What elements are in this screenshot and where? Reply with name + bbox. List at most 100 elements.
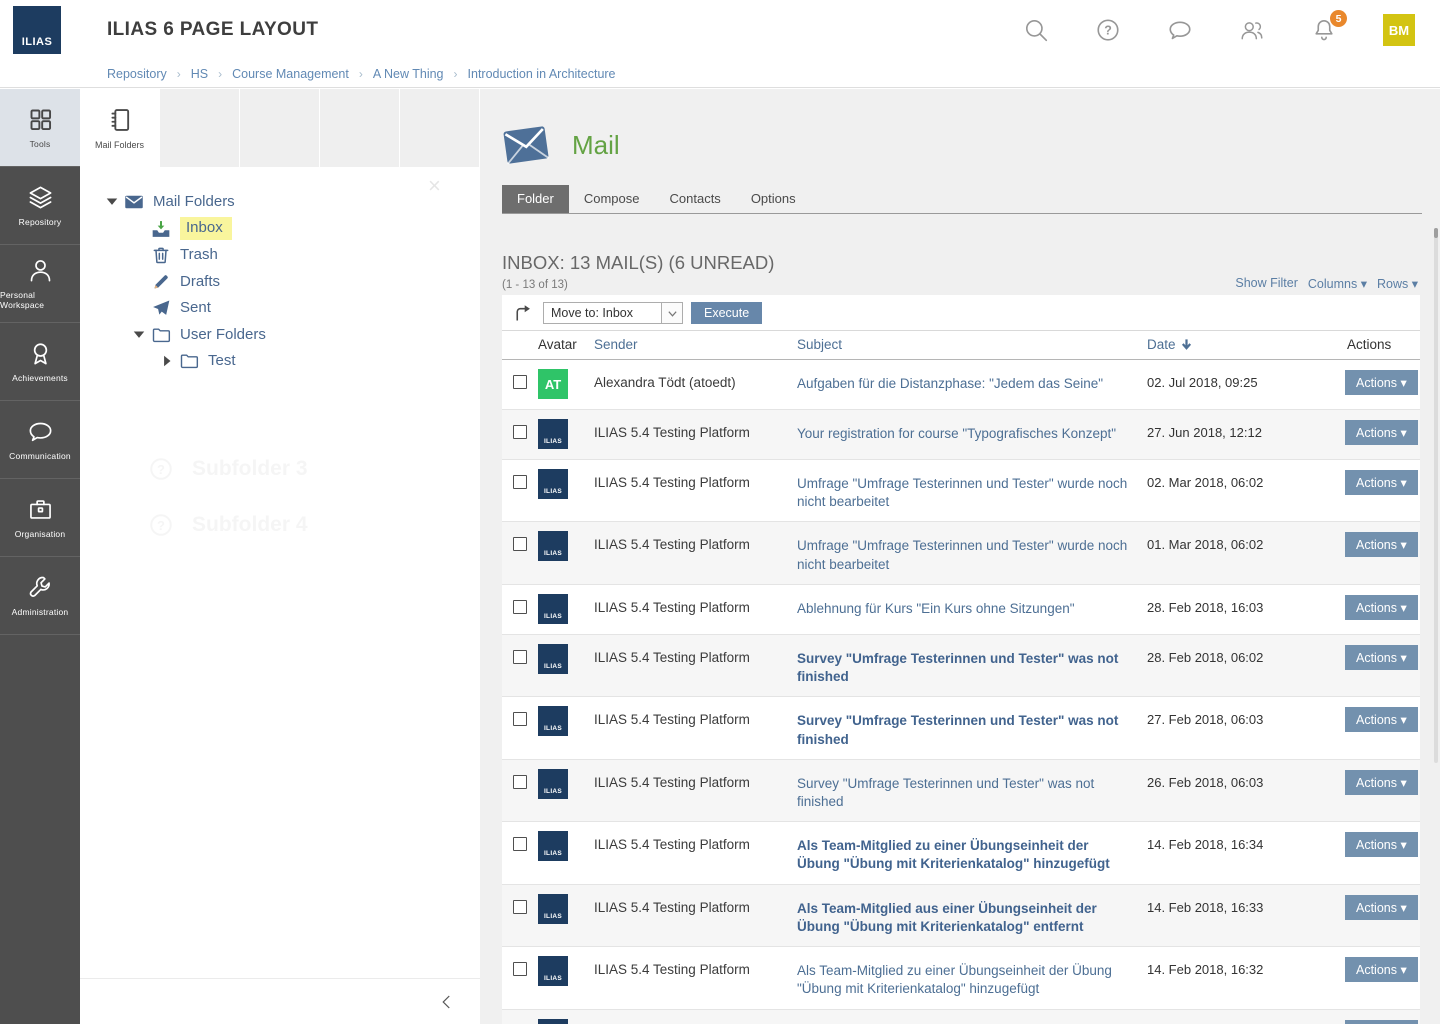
mail-subject-link[interactable]: Als Team-Mitglied aus einer Übungseinhei… — [797, 894, 1147, 936]
row-actions-button[interactable]: Actions ▾ — [1345, 532, 1418, 557]
contacts-icon[interactable] — [1239, 17, 1265, 43]
row-actions-button[interactable]: Actions ▾ — [1345, 832, 1418, 857]
row-checkbox[interactable] — [513, 837, 527, 851]
columns-dropdown[interactable]: Columns ▾ — [1308, 276, 1367, 291]
tree-item-inbox[interactable]: Inbox — [80, 216, 480, 243]
column-header-sender[interactable]: Sender — [594, 337, 797, 352]
caret-right-icon[interactable] — [155, 354, 179, 368]
row-checkbox[interactable] — [513, 375, 527, 389]
mail-subject-link[interactable]: Aufgaben für die Distanzphase: "Jedem da… — [797, 369, 1147, 393]
move-to-select[interactable]: Move to: Inbox — [543, 302, 683, 324]
sidebar-item-achievements[interactable]: Achievements — [0, 323, 80, 401]
layers-icon — [27, 184, 54, 211]
table-controls: Show Filter Columns ▾ Rows ▾ — [1235, 276, 1418, 291]
row-actions-button[interactable]: Actions ▾ — [1345, 645, 1418, 670]
sidebar-item-label: Tools — [30, 139, 51, 149]
execute-button[interactable]: Execute — [691, 302, 762, 324]
row-checkbox[interactable] — [513, 712, 527, 726]
svg-text:?: ? — [1104, 24, 1112, 38]
mail-subject-link[interactable]: Als Team-Mitglied zu einer Übungseinheit… — [797, 1019, 1147, 1024]
show-filter-link[interactable]: Show Filter — [1235, 276, 1298, 291]
caret-down-icon[interactable] — [127, 328, 151, 342]
mail-subject-link[interactable]: Umfrage "Umfrage Testerinnen und Tester"… — [797, 531, 1147, 573]
slate-tab-mail-folders[interactable]: Mail Folders — [80, 89, 159, 167]
ghost-item-subfolder-4: ?Subfolder 4 — [80, 497, 480, 553]
user-avatar[interactable]: BM — [1383, 14, 1415, 46]
search-icon[interactable] — [1023, 17, 1049, 43]
row-actions-button[interactable]: Actions ▾ — [1345, 1020, 1418, 1024]
tab-contacts[interactable]: Contacts — [655, 185, 736, 213]
slate-tab-label: Mail Folders — [95, 140, 144, 150]
page-title: ILIAS 6 PAGE LAYOUT — [107, 0, 318, 60]
row-checkbox[interactable] — [513, 537, 527, 551]
row-actions-button[interactable]: Actions ▾ — [1345, 420, 1418, 445]
ilias-logo[interactable]: ILIAS — [13, 6, 61, 54]
bell-icon[interactable]: 5 — [1311, 17, 1337, 43]
sidebar-item-administration[interactable]: Administration — [0, 557, 80, 635]
mail-subject-link[interactable]: Als Team-Mitglied zu einer Übungseinheit… — [797, 831, 1147, 873]
row-checkbox[interactable] — [513, 900, 527, 914]
row-checkbox[interactable] — [513, 962, 527, 976]
sender-avatar: ILIAS — [538, 769, 568, 799]
tree-item-mail-folders[interactable]: Mail Folders — [80, 189, 480, 216]
row-checkbox[interactable] — [513, 475, 527, 489]
help-icon[interactable]: ? — [1095, 17, 1121, 43]
tree-item-trash[interactable]: Trash — [80, 242, 480, 269]
row-checkbox[interactable] — [513, 775, 527, 789]
row-checkbox[interactable] — [513, 425, 527, 439]
sidebar-item-communication[interactable]: Communication — [0, 401, 80, 479]
scrollbar-thumb[interactable] — [1434, 228, 1438, 238]
row-actions-button[interactable]: Actions ▾ — [1345, 957, 1418, 982]
mail-sender: ILIAS 5.4 Testing Platform — [594, 594, 797, 615]
chat-icon[interactable] — [1167, 17, 1193, 43]
mail-row: ILIASILIAS 5.4 Testing PlatformAls Team-… — [502, 1010, 1420, 1024]
tree-item-label: Sent — [180, 299, 211, 317]
row-checkbox[interactable] — [513, 650, 527, 664]
breadcrumb-item-repository[interactable]: Repository — [107, 67, 167, 81]
caret-down-icon[interactable] — [100, 195, 124, 209]
mail-subject-link[interactable]: Survey "Umfrage Testerinnen und Tester" … — [797, 769, 1147, 811]
trash-icon — [151, 245, 171, 265]
mail-date: 14. Feb 2018, 16:33 — [1147, 894, 1345, 915]
briefcase-icon — [27, 496, 54, 523]
row-actions-button[interactable]: Actions ▾ — [1345, 370, 1418, 395]
tree-item-sent[interactable]: Sent — [80, 295, 480, 322]
tree-item-user-folders[interactable]: User Folders — [80, 322, 480, 349]
row-actions-button[interactable]: Actions ▾ — [1345, 770, 1418, 795]
rows-dropdown[interactable]: Rows ▾ — [1377, 276, 1418, 291]
mail-subject-link[interactable]: Your registration for course "Typografis… — [797, 419, 1147, 443]
mail-content: Mail FolderComposeContactsOptions INBOX:… — [480, 89, 1440, 1024]
sidebar-item-tools[interactable]: Tools — [0, 89, 80, 167]
sidebar-item-repository[interactable]: Repository — [0, 167, 80, 245]
tree-item-drafts[interactable]: Drafts — [80, 269, 480, 296]
breadcrumb-item-introduction-in-architecture[interactable]: Introduction in Architecture — [468, 67, 616, 81]
sender-avatar: ILIAS — [538, 531, 568, 561]
row-checkbox[interactable] — [513, 600, 527, 614]
tree-item-test[interactable]: Test — [80, 348, 480, 375]
row-actions-button[interactable]: Actions ▾ — [1345, 895, 1418, 920]
breadcrumb-item-course-management[interactable]: Course Management — [232, 67, 349, 81]
breadcrumb-item-hs[interactable]: HS — [191, 67, 208, 81]
column-header-subject[interactable]: Subject — [797, 337, 1147, 352]
column-header-date[interactable]: Date — [1147, 337, 1345, 352]
mail-row: ILIASILIAS 5.4 Testing PlatformSurvey "U… — [502, 760, 1420, 822]
row-actions-button[interactable]: Actions ▾ — [1345, 707, 1418, 732]
mail-table-toolbar: Move to: Inbox Execute — [502, 295, 1420, 331]
collapse-panel-icon[interactable] — [438, 993, 456, 1011]
mail-subject-link[interactable]: Als Team-Mitglied zu einer Übungseinheit… — [797, 956, 1147, 998]
row-actions-button[interactable]: Actions ▾ — [1345, 595, 1418, 620]
sidebar-item-personal-workspace[interactable]: Personal Workspace — [0, 245, 80, 323]
mail-subject-link[interactable]: Survey "Umfrage Testerinnen und Tester" … — [797, 706, 1147, 748]
tab-folder[interactable]: Folder — [502, 185, 569, 213]
mail-subject-link[interactable]: Ablehnung für Kurs "Ein Kurs ohne Sitzun… — [797, 594, 1147, 618]
sidebar-item-label: Organisation — [15, 529, 66, 539]
mail-subject-link[interactable]: Umfrage "Umfrage Testerinnen und Tester"… — [797, 469, 1147, 511]
top-header: ILIAS ILIAS 6 PAGE LAYOUT ? 5 BM — [0, 0, 1440, 60]
mail-subject-link[interactable]: Survey "Umfrage Testerinnen und Tester" … — [797, 644, 1147, 686]
row-actions-button[interactable]: Actions ▾ — [1345, 470, 1418, 495]
tab-options[interactable]: Options — [736, 185, 811, 213]
breadcrumb-item-a-new-thing[interactable]: A New Thing — [373, 67, 444, 81]
content-scrollbar[interactable] — [1434, 228, 1438, 763]
sidebar-item-organisation[interactable]: Organisation — [0, 479, 80, 557]
tab-compose[interactable]: Compose — [569, 185, 655, 213]
